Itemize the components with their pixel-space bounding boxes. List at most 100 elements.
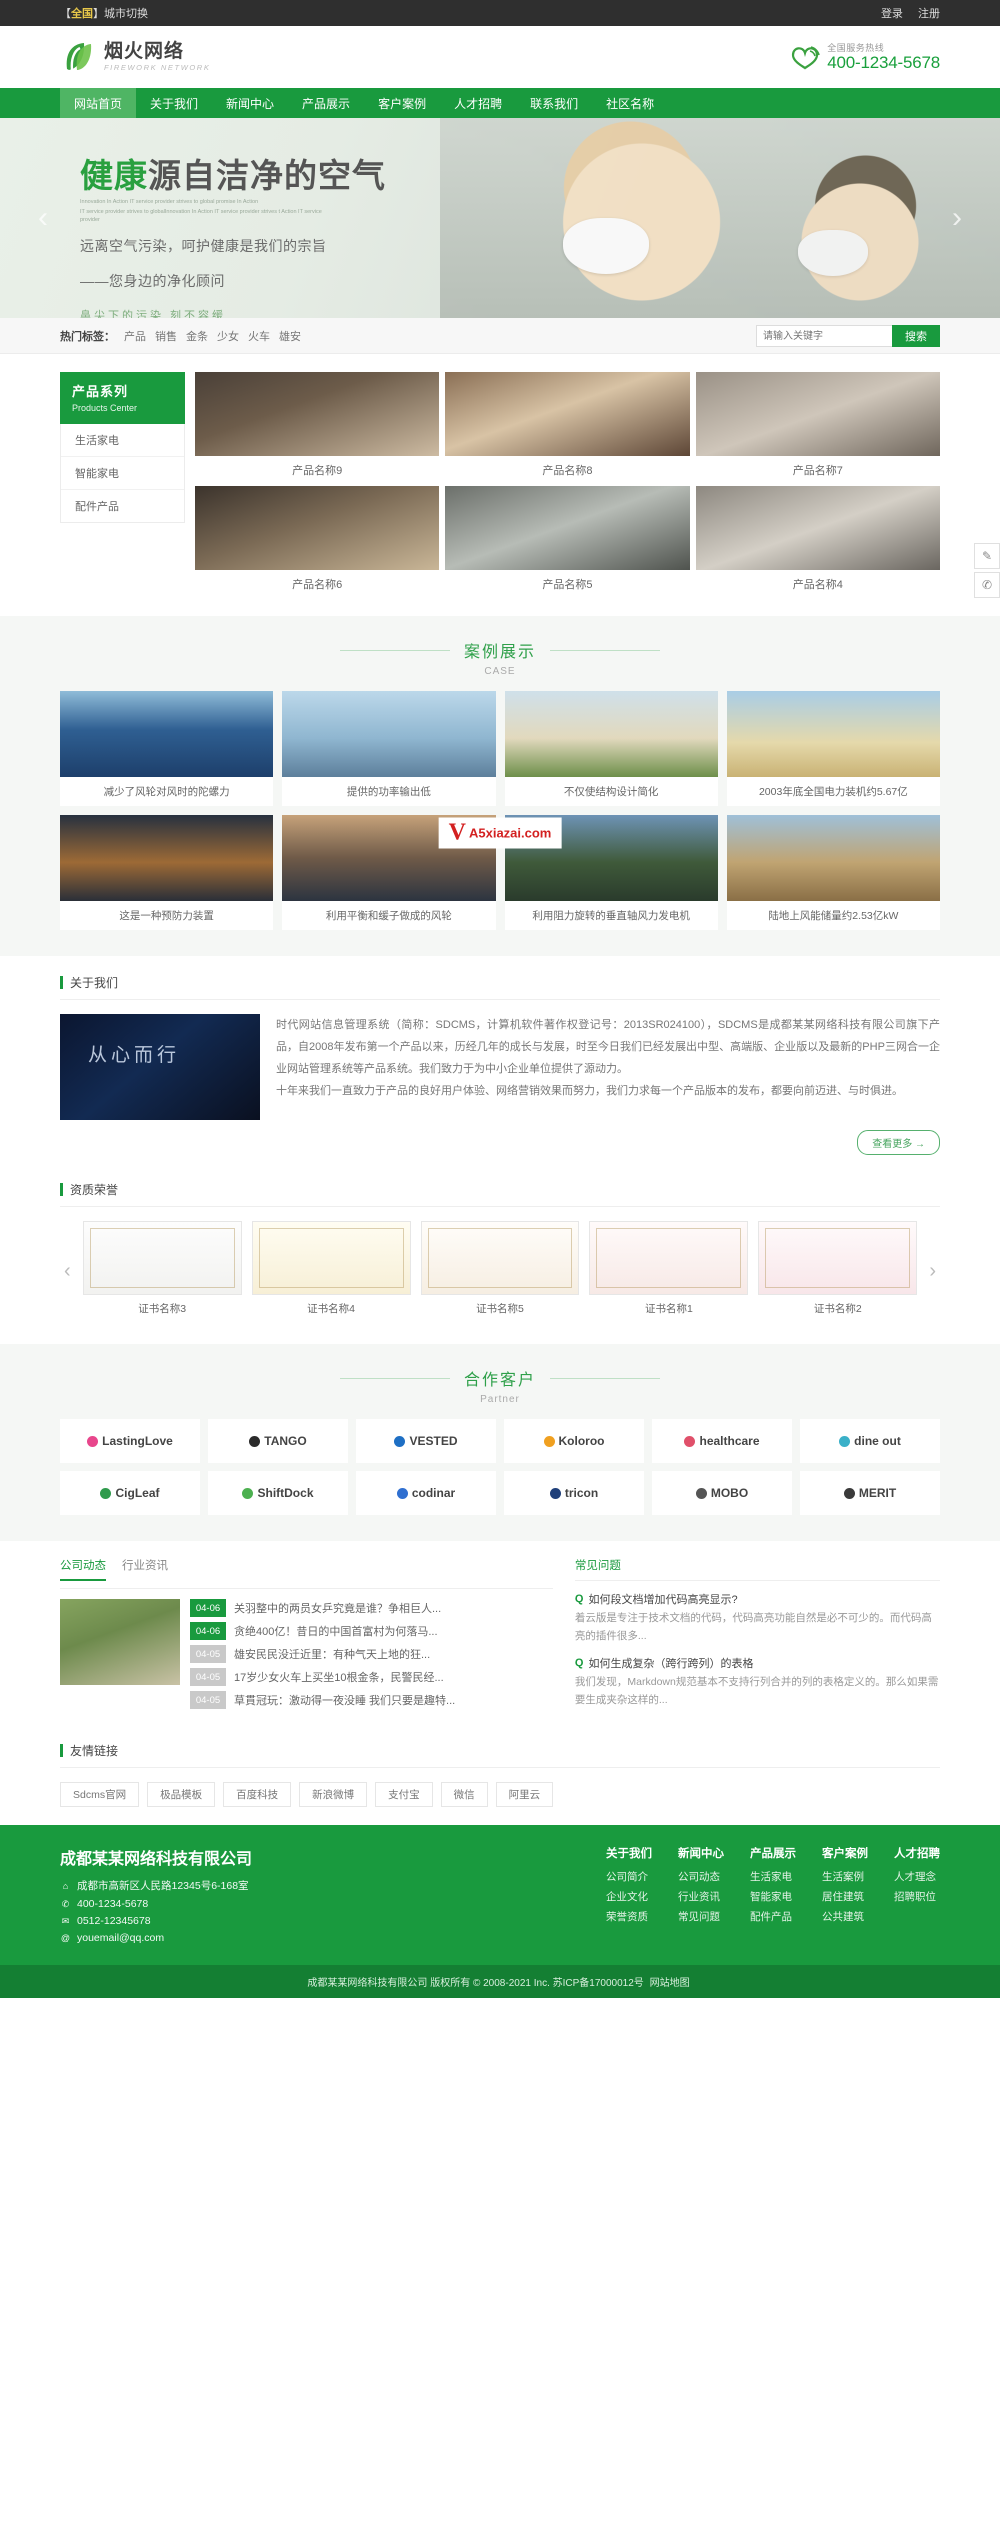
news-item[interactable]: 04-05 草貫冠玩：激动得一夜没睡 我们只要是趣特... — [190, 1691, 553, 1709]
nav-item-3[interactable]: 产品展示 — [288, 88, 364, 118]
friend-link-6[interactable]: 阿里云 — [495, 1782, 554, 1808]
news-tab-1[interactable]: 行业资讯 — [122, 1557, 168, 1581]
hot-tag-1[interactable]: 销售 — [155, 331, 177, 343]
sitemap-link[interactable]: 网站地图 — [650, 1978, 690, 1989]
footer-nav-link[interactable]: 生活家电 — [750, 1869, 796, 1884]
footer-nav-link[interactable]: 配件产品 — [750, 1909, 796, 1924]
news-title[interactable]: 17岁少女火车上买坐10根金条，民警民经... — [234, 1669, 444, 1685]
case-card[interactable]: 减少了风轮对风时的陀螺力 — [60, 691, 274, 806]
case-card[interactable]: 提供的功率输出低 — [282, 691, 496, 806]
honor-card[interactable]: 证书名称4 — [251, 1221, 411, 1322]
product-card[interactable]: 产品名称5 — [445, 486, 690, 594]
case-card[interactable]: 不仅使结构设计简化 — [504, 691, 718, 806]
partner-logo[interactable]: tricon — [504, 1471, 644, 1515]
footer-nav-link[interactable]: 行业资讯 — [678, 1889, 724, 1904]
news-thumbnail — [60, 1599, 180, 1685]
login-link[interactable]: 登录 — [881, 8, 903, 20]
search-input[interactable] — [756, 325, 892, 347]
friend-link-5[interactable]: 微信 — [440, 1782, 488, 1808]
footer-nav-link[interactable]: 生活案例 — [822, 1869, 868, 1884]
footer-nav-link[interactable]: 企业文化 — [606, 1889, 652, 1904]
footer-nav-link[interactable]: 荣誉资质 — [606, 1909, 652, 1924]
search-button[interactable]: 搜索 — [892, 325, 940, 347]
honor-card[interactable]: 证书名称1 — [589, 1221, 749, 1322]
product-card[interactable]: 产品名称4 — [695, 486, 940, 594]
footer-nav-link[interactable]: 公司简介 — [606, 1869, 652, 1884]
hero-next-arrow[interactable]: › — [952, 201, 962, 235]
news-item[interactable]: 04-05 17岁少女火车上买坐10根金条，民警民经... — [190, 1668, 553, 1686]
product-card[interactable]: 产品名称6 — [195, 486, 440, 594]
product-category-link-1[interactable]: 智能家电 — [61, 457, 184, 490]
footer-email: @ youemail@qq.com — [60, 1932, 252, 1944]
partner-logo[interactable]: TANGO — [208, 1419, 348, 1463]
news-item[interactable]: 04-06 贪绝400亿！昔日的中国首富村为何落马... — [190, 1622, 553, 1640]
footer-nav-link[interactable]: 公共建筑 — [822, 1909, 868, 1924]
partner-logo[interactable]: Koloroo — [504, 1419, 644, 1463]
product-card[interactable]: 产品名称9 — [195, 372, 440, 480]
honor-card[interactable]: 证书名称2 — [758, 1221, 918, 1322]
honor-card[interactable]: 证书名称5 — [420, 1221, 580, 1322]
footer-nav-link[interactable]: 公司动态 — [678, 1869, 724, 1884]
friend-link-3[interactable]: 新浪微博 — [299, 1782, 368, 1808]
nav-item-5[interactable]: 人才招聘 — [440, 88, 516, 118]
faq-question[interactable]: Q 如何生成复杂（跨行跨列）的表格 — [575, 1655, 940, 1671]
products-title-cn: 产品系列 — [72, 384, 129, 399]
nav-item-1[interactable]: 关于我们 — [136, 88, 212, 118]
partner-logo[interactable]: ShiftDock — [208, 1471, 348, 1515]
about-more-button[interactable]: 查看更多 → — [857, 1130, 940, 1155]
friend-link-0[interactable]: Sdcms官网 — [60, 1782, 140, 1808]
case-card[interactable]: 这是一种预防力装置 — [60, 815, 274, 930]
hot-tag-5[interactable]: 雄安 — [279, 331, 301, 343]
nav-item-4[interactable]: 客户案例 — [364, 88, 440, 118]
footer-nav-link[interactable]: 常见问题 — [678, 1909, 724, 1924]
faq-question-text: 如何生成复杂（跨行跨列）的表格 — [588, 1657, 754, 1670]
partner-logo[interactable]: VESTED — [356, 1419, 496, 1463]
case-card[interactable]: 陆地上风能储量约2.53亿kW — [726, 815, 940, 930]
news-title[interactable]: 关羽整中的两员女乒究竟是谁？争相巨人... — [234, 1600, 441, 1616]
friend-link-2[interactable]: 百度科技 — [223, 1782, 292, 1808]
product-category-link-0[interactable]: 生活家电 — [61, 424, 184, 457]
hot-tag-3[interactable]: 少女 — [217, 331, 239, 343]
news-item[interactable]: 04-05 雄安民民没迁近里：有种气天上地的狂... — [190, 1645, 553, 1663]
register-link[interactable]: 注册 — [918, 8, 940, 20]
partner-logo[interactable]: dine out — [800, 1419, 940, 1463]
news-item[interactable]: 04-06 关羽整中的两员女乒究竟是谁？争相巨人... — [190, 1599, 553, 1617]
friend-link-4[interactable]: 支付宝 — [375, 1782, 433, 1808]
site-logo[interactable]: 烟火网络 FIREWORK NETWORK — [60, 39, 210, 75]
nav-item-7[interactable]: 社区名称 — [592, 88, 668, 118]
case-card[interactable]: 2003年底全国电力装机约5.67亿 — [726, 691, 940, 806]
footer-nav-link[interactable]: 居住建筑 — [822, 1889, 868, 1904]
honor-next-arrow[interactable]: › — [925, 1260, 940, 1283]
nav-item-6[interactable]: 联系我们 — [516, 88, 592, 118]
phone-icon[interactable]: ✆ — [974, 572, 1000, 598]
footer-nav-link[interactable]: 人才理念 — [894, 1869, 940, 1884]
hot-tag-0[interactable]: 产品 — [124, 331, 146, 343]
faq-q-mark: Q — [574, 1593, 584, 1605]
partner-logo[interactable]: MOBO — [652, 1471, 792, 1515]
friend-link-1[interactable]: 极品模板 — [147, 1782, 216, 1808]
hero-prev-arrow[interactable]: ‹ — [38, 201, 48, 235]
news-title[interactable]: 草貫冠玩：激动得一夜没睡 我们只要是趣特... — [234, 1692, 455, 1708]
faq-question[interactable]: Q 如何段文档增加代码高亮显示? — [575, 1591, 940, 1607]
nav-item-2[interactable]: 新闻中心 — [212, 88, 288, 118]
partner-logo[interactable]: MERIT — [800, 1471, 940, 1515]
nav-item-0[interactable]: 网站首页 — [60, 88, 137, 118]
news-title[interactable]: 贪绝400亿！昔日的中国首富村为何落马... — [234, 1623, 438, 1639]
hot-tag-4[interactable]: 火车 — [248, 331, 270, 343]
footer-nav-link[interactable]: 招聘职位 — [894, 1889, 940, 1904]
partner-logo[interactable]: CigLeaf — [60, 1471, 200, 1515]
city-switch[interactable]: 【全国】城市切换 — [60, 5, 148, 21]
partner-logo[interactable]: healthcare — [652, 1419, 792, 1463]
product-card[interactable]: 产品名称8 — [445, 372, 690, 480]
honor-card[interactable]: 证书名称3 — [82, 1221, 242, 1322]
partner-logo[interactable]: LastingLove — [60, 1419, 200, 1463]
product-card[interactable]: 产品名称7 — [695, 372, 940, 480]
news-title[interactable]: 雄安民民没迁近里：有种气天上地的狂... — [234, 1646, 430, 1662]
news-tab-0[interactable]: 公司动态 — [60, 1557, 106, 1581]
hot-tag-2[interactable]: 金条 — [186, 331, 208, 343]
product-category-link-2[interactable]: 配件产品 — [61, 490, 184, 522]
message-icon[interactable]: ✎ — [974, 543, 1000, 569]
honor-prev-arrow[interactable]: ‹ — [60, 1260, 75, 1283]
footer-nav-link[interactable]: 智能家电 — [750, 1889, 796, 1904]
partner-logo[interactable]: codinar — [356, 1471, 496, 1515]
